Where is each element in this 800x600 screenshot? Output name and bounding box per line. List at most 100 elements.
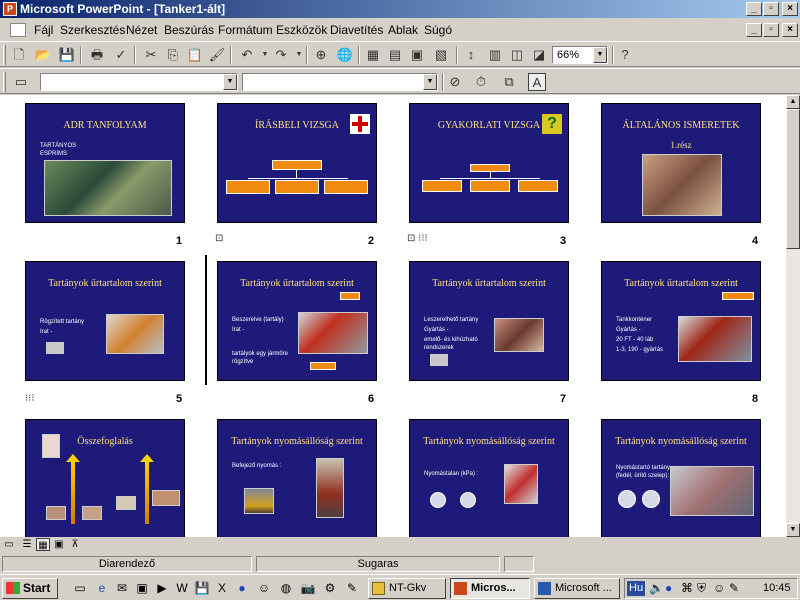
rehearse-timings-icon[interactable]: ⏱ xyxy=(472,73,490,91)
doc-restore-button[interactable]: ▫ xyxy=(763,23,779,37)
excel-icon[interactable]: X xyxy=(214,580,230,596)
slide-thumbnail[interactable]: Összefoglalás xyxy=(25,419,185,537)
media-icon[interactable]: ▶ xyxy=(154,580,170,596)
task-word[interactable]: Microsoft ... xyxy=(534,578,620,599)
folder-icon[interactable]: ▣ xyxy=(134,580,150,596)
globe-icon[interactable]: ◍ xyxy=(278,580,294,596)
word-icon[interactable]: W xyxy=(174,580,190,596)
toolbar-grip[interactable] xyxy=(3,45,6,65)
slideshow-icon[interactable]: ⊼ xyxy=(68,538,82,551)
chevron-down-icon[interactable]: ▼ xyxy=(223,74,237,90)
messenger-icon[interactable]: ● xyxy=(665,581,672,595)
slide-sorter[interactable]: ADR TANFOLYAM TARTÁNYOS ESPRIMS 1 ÍRÁSBE… xyxy=(0,95,786,537)
menu-edit[interactable]: Szerkesztés xyxy=(60,23,125,37)
spellcheck-icon[interactable]: ✓ xyxy=(112,46,130,64)
scroll-thumb[interactable] xyxy=(786,109,800,249)
font-name-combo[interactable]: ▼ xyxy=(40,73,238,91)
document-icon[interactable] xyxy=(10,23,26,37)
normal-view-icon[interactable]: ▭ xyxy=(2,538,16,551)
menu-window[interactable]: Ablak xyxy=(388,23,418,37)
user-icon[interactable]: ☺ xyxy=(713,581,725,595)
slide-thumbnail[interactable]: ÁLTALÁNOS ISMERETEK 1.rész xyxy=(601,103,761,223)
desktop-icon[interactable]: ▭ xyxy=(72,580,88,596)
web-toolbar-icon[interactable]: 🌐 xyxy=(336,46,354,64)
camera-icon[interactable]: 📷 xyxy=(300,580,316,596)
menu-format[interactable]: Formátum xyxy=(218,23,273,37)
summary-slide-icon[interactable]: ⧉ xyxy=(500,73,518,91)
powerpoint-icon[interactable]: P xyxy=(3,2,17,16)
menu-slideshow[interactable]: Diavetítés xyxy=(330,23,383,37)
shield-icon[interactable]: ⛨ xyxy=(697,581,706,596)
print-icon[interactable]: 🖶 xyxy=(88,46,106,64)
format-painter-icon[interactable]: 🖌 xyxy=(208,46,226,64)
ie-icon[interactable]: e xyxy=(94,580,110,596)
slide-thumbnail[interactable]: ADR TANFOLYAM TARTÁNYOS ESPRIMS xyxy=(25,103,185,223)
scroll-up-button[interactable]: ▲ xyxy=(786,95,800,109)
new-icon[interactable]: 🗋 xyxy=(10,46,28,64)
cut-icon[interactable]: ✂ xyxy=(142,46,160,64)
floppy-icon[interactable]: 💾 xyxy=(194,580,210,596)
tool-icon[interactable]: ✎ xyxy=(344,580,360,596)
doc-minimize-button[interactable]: _ xyxy=(746,23,762,37)
zoom-combo[interactable]: 66% ▼ xyxy=(552,46,608,64)
menu-file[interactable]: Fájl xyxy=(34,23,53,37)
network-icon[interactable]: ⌘ xyxy=(681,581,693,595)
show-formatting-icon[interactable]: A xyxy=(528,73,546,91)
task-nt-gkv[interactable]: NT-Gkv xyxy=(368,578,446,599)
chevron-down-icon[interactable]: ▼ xyxy=(423,74,437,90)
insert-chart-icon[interactable]: ▤ xyxy=(386,46,404,64)
slide-thumbnail[interactable]: Tartányok űrtartalom szerint Rögzített t… xyxy=(25,261,185,381)
scroll-down-button[interactable]: ▼ xyxy=(786,523,800,537)
save-icon[interactable]: 💾 xyxy=(58,46,76,64)
open-icon[interactable]: 📂 xyxy=(34,46,52,64)
slide-thumbnail[interactable]: Tartányok nyomásállóság szerint Nyomásta… xyxy=(409,419,569,537)
menu-insert[interactable]: Beszúrás xyxy=(164,23,214,37)
slide-thumbnail[interactable]: Tartányok nyomásállóság szerint Befejező… xyxy=(217,419,377,537)
outline-view-icon[interactable]: ☰ xyxy=(20,538,34,551)
task-powerpoint[interactable]: Micros... xyxy=(450,578,530,599)
menu-view[interactable]: Nézet xyxy=(126,23,157,37)
start-button[interactable]: Start xyxy=(2,578,58,599)
tool-icon[interactable]: ✎ xyxy=(729,581,739,595)
volume-icon[interactable]: 🔈 xyxy=(649,581,664,595)
hyperlink-icon[interactable]: ⊕ xyxy=(312,46,330,64)
slide-sorter-view-icon[interactable]: ▦ xyxy=(36,538,50,551)
doc-close-button[interactable]: × xyxy=(782,23,798,37)
insert-picture-icon[interactable]: ▧ xyxy=(432,46,450,64)
chevron-down-icon[interactable]: ▼ xyxy=(593,47,607,63)
transition-icon[interactable]: ⊡ xyxy=(215,233,223,244)
user-icon[interactable]: ☺ xyxy=(256,580,272,596)
expand-icon[interactable]: ↕ xyxy=(462,46,480,64)
minimize-button[interactable]: _ xyxy=(746,2,762,16)
redo-icon[interactable]: ↷ xyxy=(272,46,290,64)
mail-icon[interactable]: ✉ xyxy=(114,580,130,596)
menu-help[interactable]: Súgó xyxy=(424,23,452,37)
slide-thumbnail[interactable]: Tartányok űrtartalom szerint Beszerelve … xyxy=(217,261,377,381)
maximize-button[interactable]: ▫ xyxy=(763,2,779,16)
settings-icon[interactable]: ⚙ xyxy=(322,580,338,596)
copy-icon[interactable]: ⎘ xyxy=(164,46,182,64)
slide-view-icon[interactable]: ▣ xyxy=(52,538,66,551)
slide-thumbnail[interactable]: ÍRÁSBELI VIZSGA xyxy=(217,103,377,223)
slide-thumbnail[interactable]: GYAKORLATI VIZSGA ? xyxy=(409,103,569,223)
hide-slide-icon[interactable]: ⊘ xyxy=(446,73,464,91)
menu-tools[interactable]: Eszközök xyxy=(276,23,327,37)
undo-icon[interactable]: ↶ xyxy=(238,46,256,64)
vertical-scrollbar[interactable]: ▲ ▼ xyxy=(786,95,800,537)
outline-view-icon[interactable]: ▭ xyxy=(12,73,30,91)
transition-icon[interactable]: ⁝⁝⁝ xyxy=(25,393,35,404)
close-button[interactable]: × xyxy=(782,2,798,16)
insert-table-icon[interactable]: ▦ xyxy=(364,46,382,64)
slide-thumbnail[interactable]: Tartányok űrtartalom szerint Tankkonténe… xyxy=(601,261,761,381)
new-slide-icon[interactable]: ▣ xyxy=(408,46,426,64)
apply-design-icon[interactable]: ◫ xyxy=(508,46,526,64)
messenger-icon[interactable]: ● xyxy=(234,580,250,596)
office-assistant-icon[interactable]: ? xyxy=(616,46,634,64)
toolbar-grip[interactable] xyxy=(3,72,6,92)
language-indicator[interactable]: Hu xyxy=(627,581,646,596)
font-size-combo[interactable]: ▼ xyxy=(242,73,438,91)
slide-thumbnail[interactable]: Tartányok nyomásállóság szerint Nyomásta… xyxy=(601,419,761,537)
grayscale-icon[interactable]: ◪ xyxy=(530,46,548,64)
slide-thumbnail[interactable]: Tartányok űrtartalom szerint Leszerelhet… xyxy=(409,261,569,381)
transition-icon[interactable]: ⊡ ⁝⁝⁝ xyxy=(407,233,428,244)
